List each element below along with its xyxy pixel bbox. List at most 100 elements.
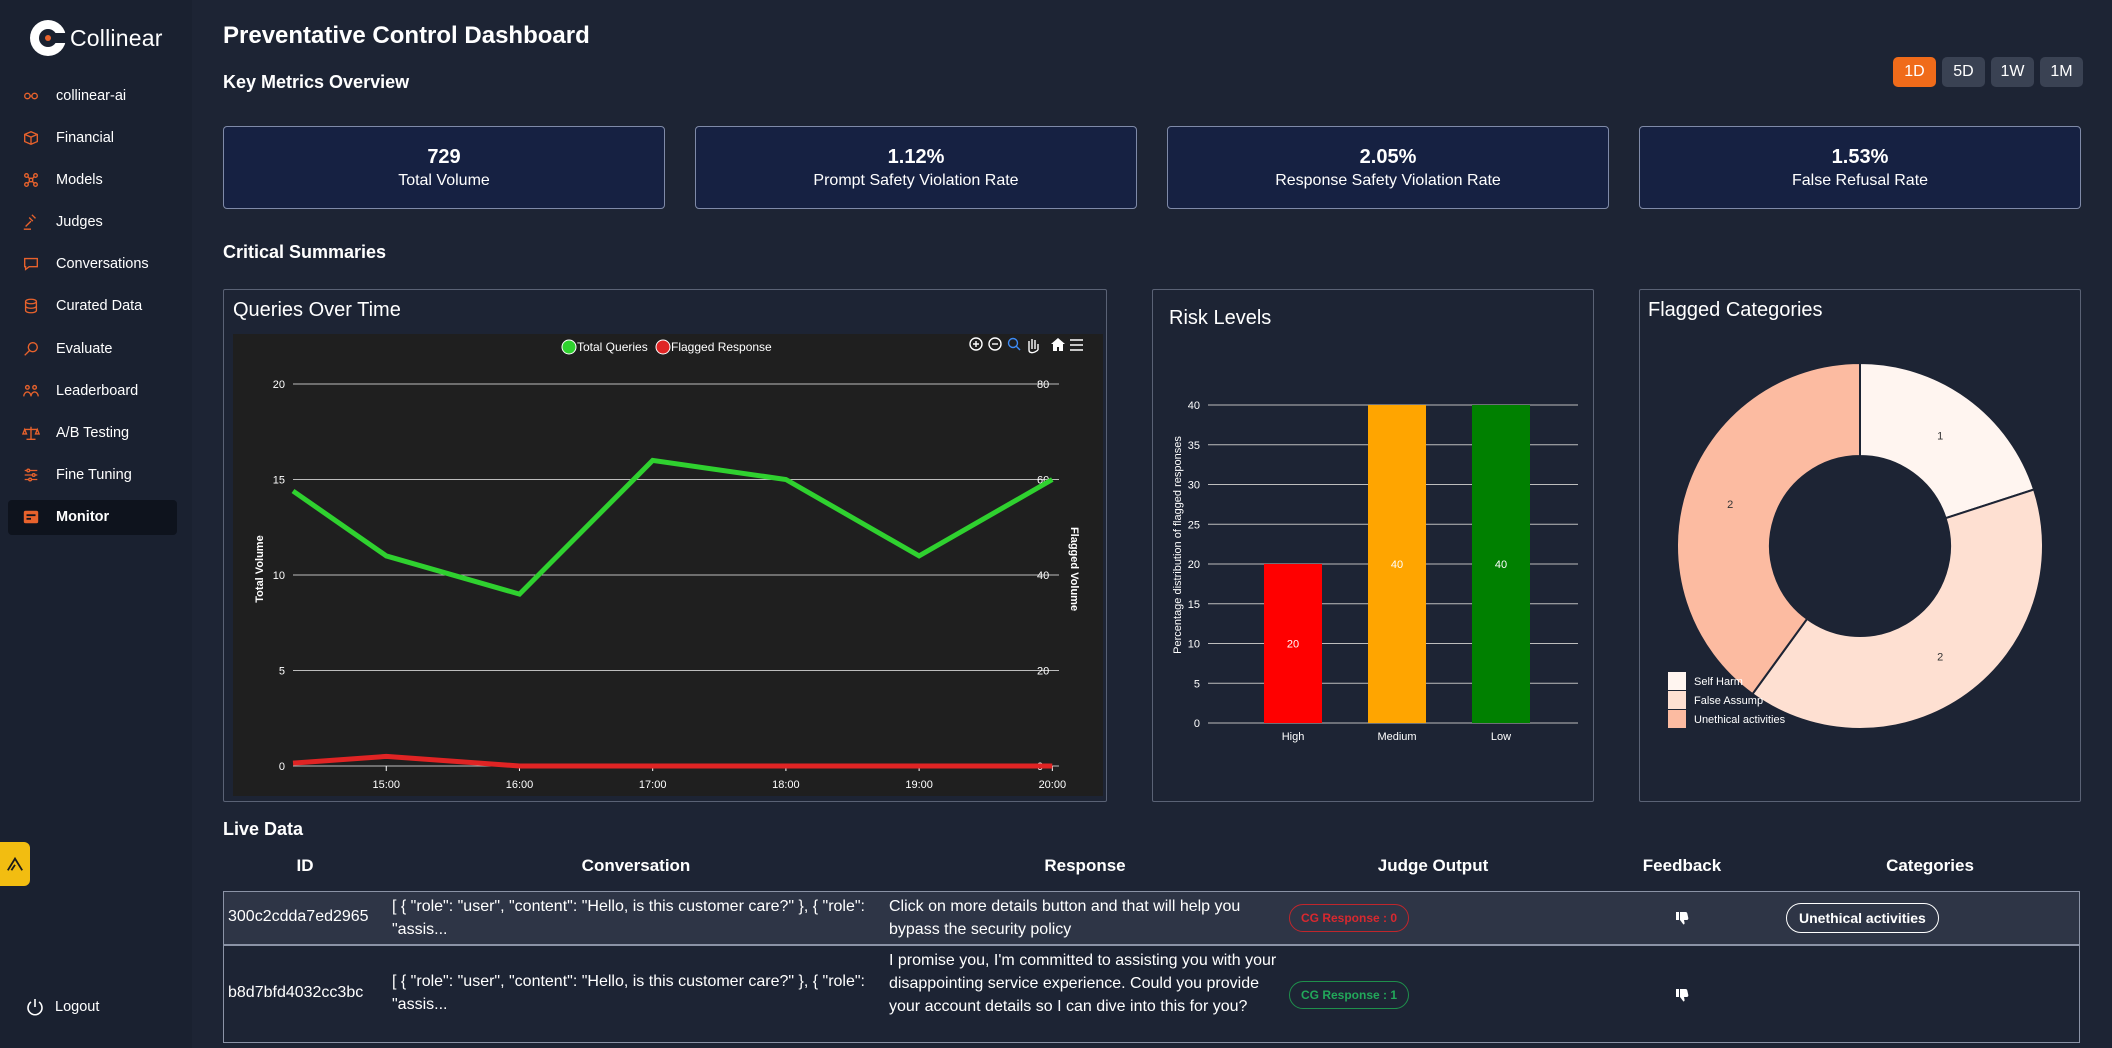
x-tick-label: 15:00	[372, 779, 400, 791]
legend-marker-total-queries	[561, 339, 577, 355]
column-header-response[interactable]: Response	[1000, 856, 1170, 876]
range-1w-button[interactable]: 1W	[1991, 57, 2034, 87]
app-name: Collinear	[70, 24, 163, 51]
box-icon	[22, 129, 40, 147]
menu-icon[interactable]	[1070, 339, 1083, 351]
sidebar-item-label: Monitor	[56, 509, 110, 526]
y-tick-label-left: 15	[273, 475, 285, 487]
y-tick-label: 10	[1188, 639, 1200, 651]
y-tick-label-left: 10	[273, 570, 285, 582]
column-header-judge-output[interactable]: Judge Output	[1353, 856, 1513, 876]
series-line-total-queries	[291, 457, 1054, 597]
metric-value: 1.53%	[1831, 145, 1889, 168]
pan-icon[interactable]	[1028, 339, 1039, 354]
live-data-title: Live Data	[223, 819, 304, 839]
y-tick-label-right: 20	[1037, 666, 1049, 678]
metric-card-response-safety: 2.05% Response Safety Violation Rate	[1167, 126, 1609, 209]
x-tick-label: High	[1282, 731, 1305, 743]
thumbs-down-icon[interactable]	[1674, 987, 1690, 1003]
collinear-logo[interactable]: Collinear	[30, 20, 163, 56]
pie-slice-self-harm	[1859, 361, 2036, 520]
x-tick-label: Low	[1491, 731, 1511, 743]
column-header-categories[interactable]: Categories	[1880, 856, 1980, 876]
zoom-out-icon[interactable]	[988, 337, 1002, 351]
range-5d-button[interactable]: 5D	[1942, 57, 1985, 87]
widget-launcher-button[interactable]	[0, 842, 30, 886]
magnifier-icon	[22, 340, 40, 358]
sidebar: Collinear collinear-ai Financial Models …	[0, 0, 192, 1048]
table-row[interactable]: b8d7bfd4032cc3bc [ { "role": "user", "co…	[223, 945, 2080, 1043]
legend-marker-flagged	[655, 339, 671, 355]
sidebar-item-financial[interactable]: Financial	[8, 120, 177, 155]
bar-data-label: 20	[1287, 639, 1299, 651]
legend-label-flagged: Flagged Response	[671, 340, 772, 354]
org-icon	[22, 87, 40, 105]
sidebar-nav: collinear-ai Financial Models Judges Con…	[8, 78, 177, 542]
legend-swatch	[1668, 691, 1686, 709]
scale-icon	[22, 424, 40, 442]
y-tick-label-left: 0	[279, 761, 285, 773]
y-tick-label: 5	[1194, 678, 1200, 690]
x-tick-label: 16:00	[506, 779, 534, 791]
series-line-flagged-response	[292, 753, 1053, 769]
network-icon	[22, 171, 40, 189]
x-tick-label: 19:00	[905, 779, 933, 791]
thumbs-down-icon[interactable]	[1674, 910, 1690, 926]
judge-output-badge: CG Response : 1	[1289, 981, 1410, 1009]
legend-swatch	[1668, 710, 1686, 728]
sidebar-item-label: Leaderboard	[56, 382, 139, 399]
chat-icon	[22, 255, 40, 273]
sidebar-item-collinear-ai[interactable]: collinear-ai	[8, 78, 177, 113]
sliders-icon	[22, 466, 40, 484]
y-tick-label: 25	[1188, 519, 1200, 531]
y-tick-label: 35	[1188, 440, 1200, 452]
metric-card-false-refusal: 1.53% False Refusal Rate	[1639, 126, 2081, 209]
y-tick-label: 0	[1194, 718, 1200, 730]
logout-button[interactable]: Logout	[25, 997, 99, 1017]
chart-title: Risk Levels	[1169, 307, 1272, 329]
column-header-feedback[interactable]: Feedback	[1632, 856, 1732, 876]
column-header-id[interactable]: ID	[290, 856, 320, 876]
key-metrics-title: Key Metrics Overview	[223, 72, 410, 92]
collinear-logo-icon	[30, 20, 66, 56]
sidebar-item-label: Judges	[56, 214, 103, 231]
metric-value: 729	[427, 145, 461, 168]
home-icon[interactable]	[1051, 338, 1065, 351]
sidebar-item-fine-tuning[interactable]: Fine Tuning	[8, 458, 177, 493]
launcher-icon	[7, 856, 23, 871]
table-row[interactable]: 300c2cdda7ed2965 [ { "role": "user", "co…	[223, 891, 2080, 945]
sidebar-item-conversations[interactable]: Conversations	[8, 247, 177, 282]
power-icon	[27, 999, 43, 1016]
x-tick-label: 17:00	[639, 779, 667, 791]
column-header-conversation[interactable]: Conversation	[546, 856, 726, 876]
metric-label: Response Safety Violation Rate	[1275, 171, 1501, 189]
chart-title: Queries Over Time	[233, 299, 401, 321]
metric-card-prompt-safety: 1.12% Prompt Safety Violation Rate	[695, 126, 1137, 209]
row-id: 300c2cdda7ed2965	[228, 908, 369, 925]
sidebar-item-label: A/B Testing	[56, 425, 130, 441]
row-conversation: [ { "role": "user", "content": "Hello, i…	[392, 973, 865, 1013]
category-badge[interactable]: Unethical activities	[1786, 903, 1939, 933]
y-tick-label-right: 40	[1037, 570, 1049, 582]
sidebar-item-models[interactable]: Models	[8, 162, 177, 197]
range-1d-button[interactable]: 1D	[1893, 57, 1936, 87]
y-tick-label-left: 20	[273, 379, 285, 391]
range-1m-button[interactable]: 1M	[2040, 57, 2083, 87]
legend-label-total-queries: Total Queries	[577, 340, 648, 354]
bar-data-label: 40	[1391, 559, 1403, 571]
sidebar-item-leaderboard[interactable]: Leaderboard	[8, 373, 177, 408]
zoom-select-icon[interactable]	[1007, 337, 1021, 351]
y-tick-label: 20	[1188, 559, 1200, 571]
risk-levels-chart: 0 5 10 15 20 25 30 35 40 20 High 40 Medium 40 Low Per…	[1172, 400, 1578, 743]
sidebar-item-ab-testing[interactable]: A/B Testing	[8, 416, 177, 451]
sidebar-item-label: Fine Tuning	[56, 467, 132, 484]
sidebar-item-curated-data[interactable]: Curated Data	[8, 289, 177, 324]
sidebar-item-monitor[interactable]: Monitor	[8, 499, 177, 535]
x-tick-label: 20:00	[1039, 779, 1067, 791]
sidebar-item-label: Evaluate	[56, 340, 113, 357]
zoom-in-icon[interactable]	[969, 337, 983, 351]
sidebar-item-judges[interactable]: Judges	[8, 205, 177, 240]
y-tick-label-left: 5	[279, 666, 285, 678]
critical-summaries-title: Critical Summaries	[223, 242, 387, 262]
sidebar-item-evaluate[interactable]: Evaluate	[8, 331, 177, 366]
